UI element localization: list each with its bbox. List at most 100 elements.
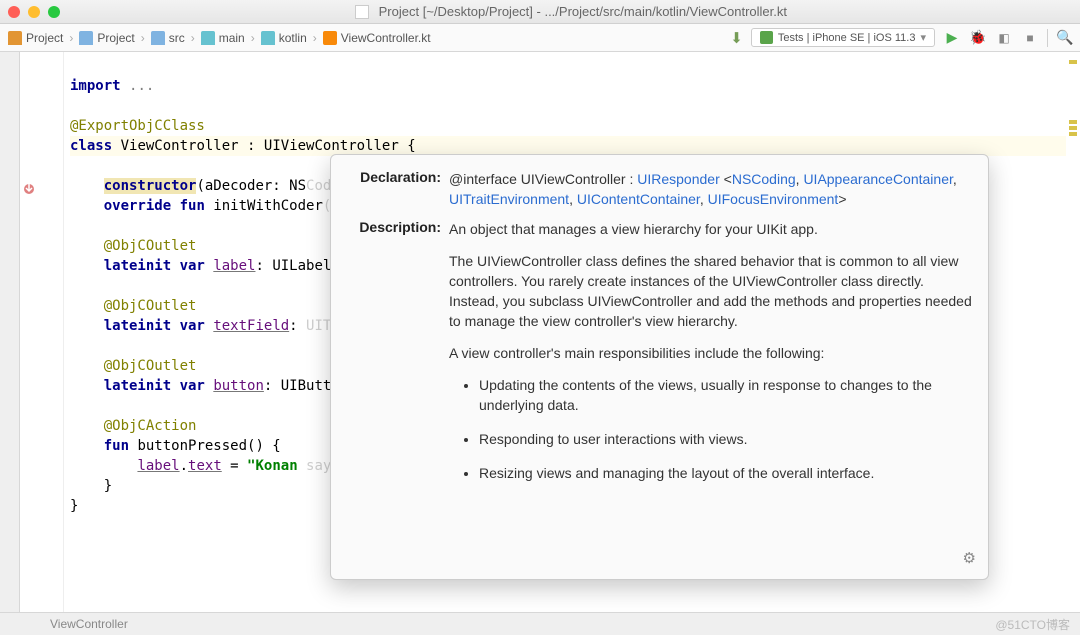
chevron-right-icon: › xyxy=(141,31,145,45)
keyword: lateinit var xyxy=(104,258,205,274)
minimize-window-button[interactable] xyxy=(28,6,40,18)
annotation: @ObjCAction xyxy=(104,418,197,434)
keyword-highlighted: constructor xyxy=(104,178,197,194)
document-icon xyxy=(355,5,369,19)
warning-marker[interactable] xyxy=(1069,60,1077,64)
crumb-label: Project xyxy=(26,31,63,45)
window-title: Project [~/Desktop/Project] - .../Projec… xyxy=(70,4,1072,20)
warning-marker[interactable] xyxy=(1069,126,1077,130)
chevron-right-icon: › xyxy=(191,31,195,45)
property: label xyxy=(213,258,255,274)
project-icon xyxy=(8,31,22,45)
breadcrumb: Project › Project › src › main › kotlin … xyxy=(6,31,730,45)
crumb-kotlin[interactable]: kotlin xyxy=(259,31,309,45)
folder-icon xyxy=(79,31,93,45)
run-config-label: Tests | iPhone SE | iOS 11.3 xyxy=(778,32,916,44)
crumb-project[interactable]: Project xyxy=(77,31,136,45)
debug-button[interactable]: 🐞 xyxy=(969,29,987,47)
property: text xyxy=(188,458,222,474)
folder-icon xyxy=(261,31,275,45)
doc-list: Updating the contents of the views, usua… xyxy=(449,375,972,483)
run-config-selector[interactable]: Tests | iPhone SE | iOS 11.3 ▾ xyxy=(751,28,935,47)
crumb-main[interactable]: main xyxy=(199,31,247,45)
documentation-popup[interactable]: Declaration: @interface UIViewController… xyxy=(330,154,989,580)
annotation: @ObjCOutlet xyxy=(104,298,197,314)
property: label xyxy=(137,458,179,474)
annotation: @ObjCOutlet xyxy=(104,238,197,254)
code-text: } xyxy=(70,478,112,494)
override-marker-icon[interactable] xyxy=(22,182,36,196)
code-text: initWithCoder xyxy=(205,198,323,214)
close-window-button[interactable] xyxy=(8,6,20,18)
ellipsis: ... xyxy=(129,78,154,94)
doc-list-item: Responding to user interactions with vie… xyxy=(479,429,972,449)
maximize-window-button[interactable] xyxy=(48,6,60,18)
doc-paragraph: A view controller's main responsibilitie… xyxy=(449,343,972,363)
crumb-label: main xyxy=(219,31,245,45)
doc-link-uitraitenvironment[interactable]: UITraitEnvironment xyxy=(449,191,569,207)
decl-prefix: @interface UIViewController : xyxy=(449,171,637,187)
doc-link-nscoding[interactable]: NSCoding xyxy=(732,171,796,187)
coverage-button[interactable]: ◧ xyxy=(995,29,1013,47)
warning-marker[interactable] xyxy=(1069,120,1077,124)
crumb-label: ViewController.kt xyxy=(341,31,431,45)
doc-decl-label: Declaration: xyxy=(347,169,449,209)
crumb-src[interactable]: src xyxy=(149,31,187,45)
crumb-project-root[interactable]: Project xyxy=(6,31,65,45)
run-button[interactable]: ▶ xyxy=(943,29,961,47)
error-stripe[interactable] xyxy=(1066,52,1080,612)
caret-line: class ViewController : UIViewController … xyxy=(70,136,1066,156)
status-bar: ViewController @51CTO博客 xyxy=(0,612,1080,635)
chevron-down-icon: ▾ xyxy=(920,31,926,44)
test-icon xyxy=(760,31,773,44)
class-name: ViewController xyxy=(121,138,239,154)
chevron-right-icon: › xyxy=(313,31,317,45)
toolbar-right: ⬇ Tests | iPhone SE | iOS 11.3 ▾ ▶ 🐞 ◧ ■… xyxy=(730,28,1074,47)
stop-button[interactable]: ■ xyxy=(1021,29,1039,47)
gear-icon[interactable]: ⚙ xyxy=(963,549,976,567)
crumb-file[interactable]: ViewController.kt xyxy=(321,31,433,45)
property: textField xyxy=(213,318,289,334)
doc-link-uicontentcontainer[interactable]: UIContentContainer xyxy=(577,191,700,207)
code-text: } xyxy=(70,498,78,514)
warning-marker[interactable] xyxy=(1069,132,1077,136)
code-text: : xyxy=(239,138,264,154)
doc-paragraph: An object that manages a view hierarchy … xyxy=(449,219,972,239)
doc-link-uiappearancecontainer[interactable]: UIAppearanceContainer xyxy=(803,171,952,187)
code-text: buttonPressed() { xyxy=(129,438,281,454)
keyword: class xyxy=(70,138,112,154)
crumb-label: src xyxy=(169,31,185,45)
doc-description-row: Description: An object that manages a vi… xyxy=(347,219,972,497)
property: button xyxy=(213,378,264,394)
separator xyxy=(1047,29,1048,47)
folder-icon xyxy=(151,31,165,45)
crumb-label: kotlin xyxy=(279,31,307,45)
doc-desc-body: An object that manages a view hierarchy … xyxy=(449,219,972,497)
keyword: lateinit var xyxy=(104,318,205,334)
string: "Konan xyxy=(247,458,298,474)
keyword: fun xyxy=(104,438,129,454)
doc-link-uifocusenvironment[interactable]: UIFocusEnvironment xyxy=(708,191,839,207)
bracket: > xyxy=(838,191,846,207)
window-title-text: Project [~/Desktop/Project] - .../Projec… xyxy=(379,4,787,19)
left-tool-stripe[interactable] xyxy=(0,52,20,612)
superclass: UIViewController { xyxy=(264,138,416,154)
keyword: override xyxy=(104,198,171,214)
code-text: (aDecoder: NS xyxy=(196,178,306,194)
traffic-lights xyxy=(8,6,60,18)
doc-declaration-row: Declaration: @interface UIViewController… xyxy=(347,169,972,209)
search-icon[interactable]: 🔍 xyxy=(1056,29,1074,47)
chevron-right-icon: › xyxy=(251,31,255,45)
download-icon[interactable]: ⬇ xyxy=(730,29,743,47)
status-breadcrumb[interactable]: ViewController xyxy=(50,617,128,631)
folder-icon xyxy=(201,31,215,45)
kotlin-file-icon xyxy=(323,31,337,45)
gutter[interactable] xyxy=(20,52,64,612)
doc-decl-body: @interface UIViewController : UIResponde… xyxy=(449,169,972,209)
doc-paragraph: The UIViewController class defines the s… xyxy=(449,251,972,331)
code-text: = xyxy=(222,458,247,474)
doc-link-uiresponder[interactable]: UIResponder xyxy=(637,171,720,187)
chevron-right-icon: › xyxy=(69,31,73,45)
keyword: fun xyxy=(180,198,205,214)
window-titlebar: Project [~/Desktop/Project] - .../Projec… xyxy=(0,0,1080,24)
